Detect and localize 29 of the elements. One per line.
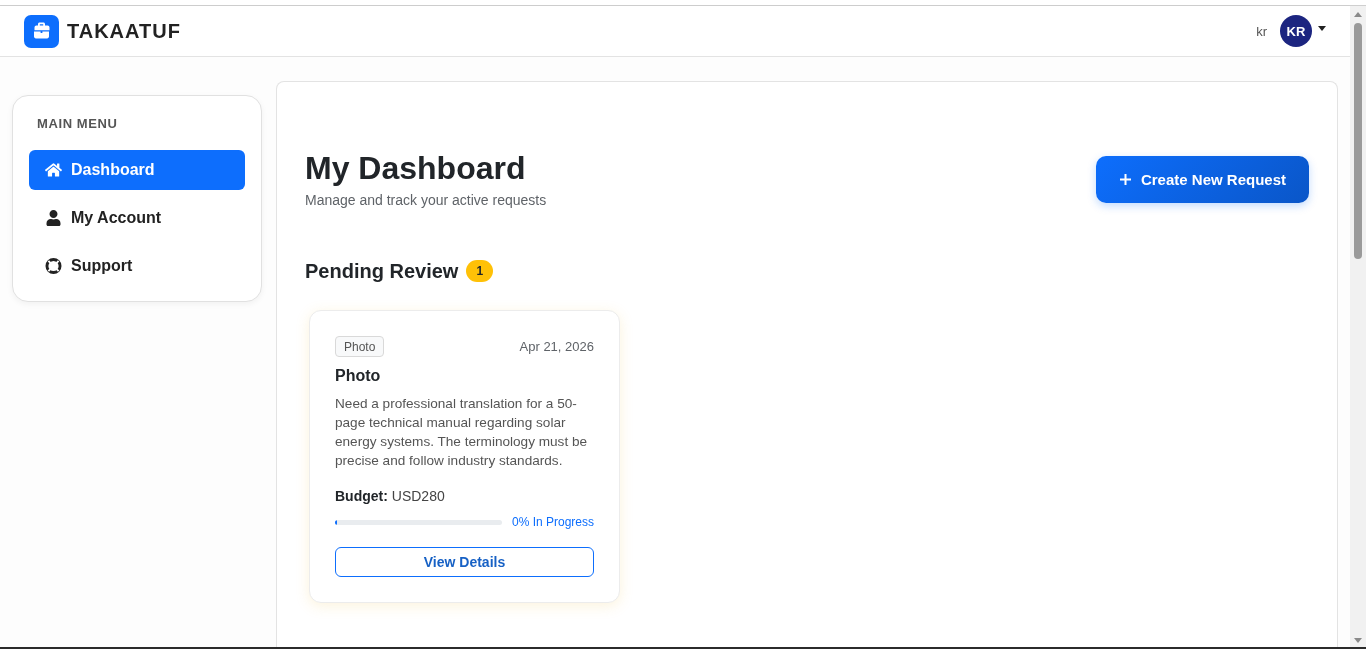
lifebuoy-icon xyxy=(45,258,62,274)
section-title: Pending Review xyxy=(305,259,459,284)
user-name: kr xyxy=(1256,23,1267,39)
home-icon xyxy=(45,162,62,178)
progress-status: 0% In Progress xyxy=(511,515,594,529)
count-badge: 1 xyxy=(466,260,494,282)
sidebar-item[interactable]: Support xyxy=(29,246,245,286)
page-subtitle: Manage and track your active requests xyxy=(305,191,547,210)
scroll-up-icon[interactable] xyxy=(1354,12,1362,17)
scroll-down-icon[interactable] xyxy=(1354,638,1362,643)
view-details-button[interactable]: View Details xyxy=(335,547,594,577)
user-avatar[interactable]: KR xyxy=(1280,15,1312,47)
category-tag: Photo xyxy=(335,336,385,357)
plus-icon xyxy=(1119,173,1131,185)
create-request-button[interactable]: Create New Request xyxy=(1095,155,1309,203)
request-budget: Budget: USD280 xyxy=(335,487,446,505)
brand-name[interactable]: TAKAATUF xyxy=(67,19,181,43)
scrollbar-thumb[interactable] xyxy=(1354,23,1362,259)
request-title: Photo xyxy=(335,366,382,386)
caret-icon[interactable] xyxy=(1318,25,1326,31)
user-icon xyxy=(45,210,62,226)
briefcase-icon[interactable] xyxy=(24,14,59,48)
scrollbar[interactable] xyxy=(1350,6,1366,647)
request-description: Need a professional translation for a 50-page technical manual regarding solar energy systems. The terminology must be precise and follow industry standards. xyxy=(335,395,589,470)
menu-heading: MAIN MENU xyxy=(36,115,119,133)
page-title: My Dashboard xyxy=(305,149,527,188)
sidebar-item[interactable]: Dashboard xyxy=(29,150,245,190)
sidebar-item[interactable]: My Account xyxy=(29,198,245,238)
request-date: Apr 21, 2026 xyxy=(519,339,594,354)
